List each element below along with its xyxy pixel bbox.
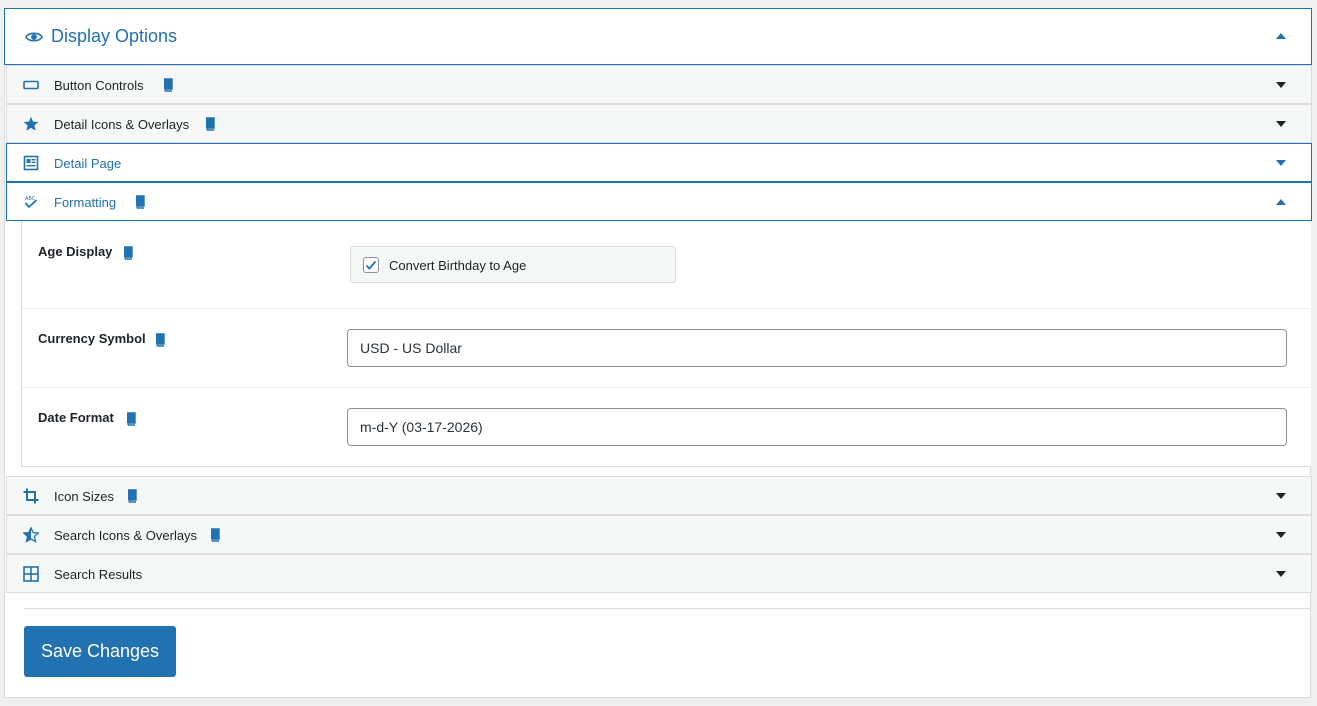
section-label: Search Icons & Overlays (54, 528, 198, 543)
book-icon[interactable] (204, 117, 216, 131)
age-display-row: Age Display Convert Birthday to Age (22, 221, 1310, 308)
book-icon[interactable] (209, 528, 221, 542)
date-format-row: Date Format m-d-Y (03-17-2026) (22, 388, 1310, 466)
chevron-down-icon[interactable] (1275, 157, 1287, 169)
formatting-content: Age Display Convert Birthday to Age Curr… (21, 221, 1311, 467)
eye-icon (25, 32, 43, 42)
section-label: Search Results (54, 567, 143, 582)
section-button-controls[interactable]: Button Controls (6, 65, 1312, 104)
section-detail-page[interactable]: Detail Page (6, 143, 1312, 182)
spellcheck-icon: ABC (24, 196, 38, 209)
crop-icon (23, 488, 39, 504)
book-icon[interactable] (126, 489, 138, 503)
book-icon[interactable] (134, 195, 146, 209)
currency-symbol-value: USD - US Dollar (360, 340, 462, 356)
chevron-down-icon[interactable] (1275, 568, 1287, 580)
chevron-down-icon[interactable] (1275, 529, 1287, 541)
date-format-value: m-d-Y (03-17-2026) (360, 419, 483, 435)
book-icon[interactable] (122, 246, 134, 260)
section-label: Button Controls (54, 78, 144, 93)
book-icon[interactable] (162, 78, 174, 92)
currency-symbol-select[interactable]: USD - US Dollar (347, 329, 1287, 367)
section-label: Detail Icons & Overlays (54, 117, 190, 132)
currency-symbol-label: Currency Symbol (38, 331, 146, 346)
page-icon (23, 155, 39, 171)
chevron-up-icon[interactable] (1275, 30, 1287, 42)
book-icon[interactable] (154, 333, 166, 347)
save-changes-button[interactable]: Save Changes (24, 626, 176, 677)
currency-symbol-row: Currency Symbol USD - US Dollar (22, 309, 1310, 388)
section-label: Detail Page (54, 156, 122, 171)
chevron-down-icon[interactable] (1275, 490, 1287, 502)
convert-birthday-label: Convert Birthday to Age (389, 258, 527, 273)
footer-divider (24, 608, 1310, 609)
section-search-icons-overlays[interactable]: Search Icons & Overlays (6, 515, 1312, 554)
convert-birthday-option[interactable]: Convert Birthday to Age (350, 246, 676, 283)
page-title: Display Options (51, 26, 178, 46)
book-icon[interactable] (125, 412, 137, 426)
date-format-select[interactable]: m-d-Y (03-17-2026) (347, 408, 1287, 446)
section-label: Formatting (54, 195, 117, 210)
section-detail-icons-overlays[interactable]: Detail Icons & Overlays (6, 104, 1312, 143)
convert-birthday-checkbox[interactable] (363, 257, 379, 273)
display-options-header[interactable]: Display Options (4, 8, 1312, 65)
section-icon-sizes[interactable]: Icon Sizes (6, 476, 1312, 515)
chevron-down-icon[interactable] (1275, 79, 1287, 91)
section-formatting[interactable]: ABC Formatting (6, 182, 1312, 221)
grid-icon (23, 566, 39, 582)
star-half-icon (23, 527, 39, 543)
chevron-down-icon[interactable] (1275, 118, 1287, 130)
section-search-results[interactable]: Search Results (6, 554, 1312, 593)
button-icon (23, 80, 39, 90)
date-format-label: Date Format (38, 410, 114, 425)
section-label: Icon Sizes (54, 489, 114, 504)
star-icon (23, 116, 39, 131)
chevron-up-icon[interactable] (1275, 196, 1287, 208)
checkmark-icon (365, 260, 377, 270)
age-display-label: Age Display (38, 244, 113, 259)
